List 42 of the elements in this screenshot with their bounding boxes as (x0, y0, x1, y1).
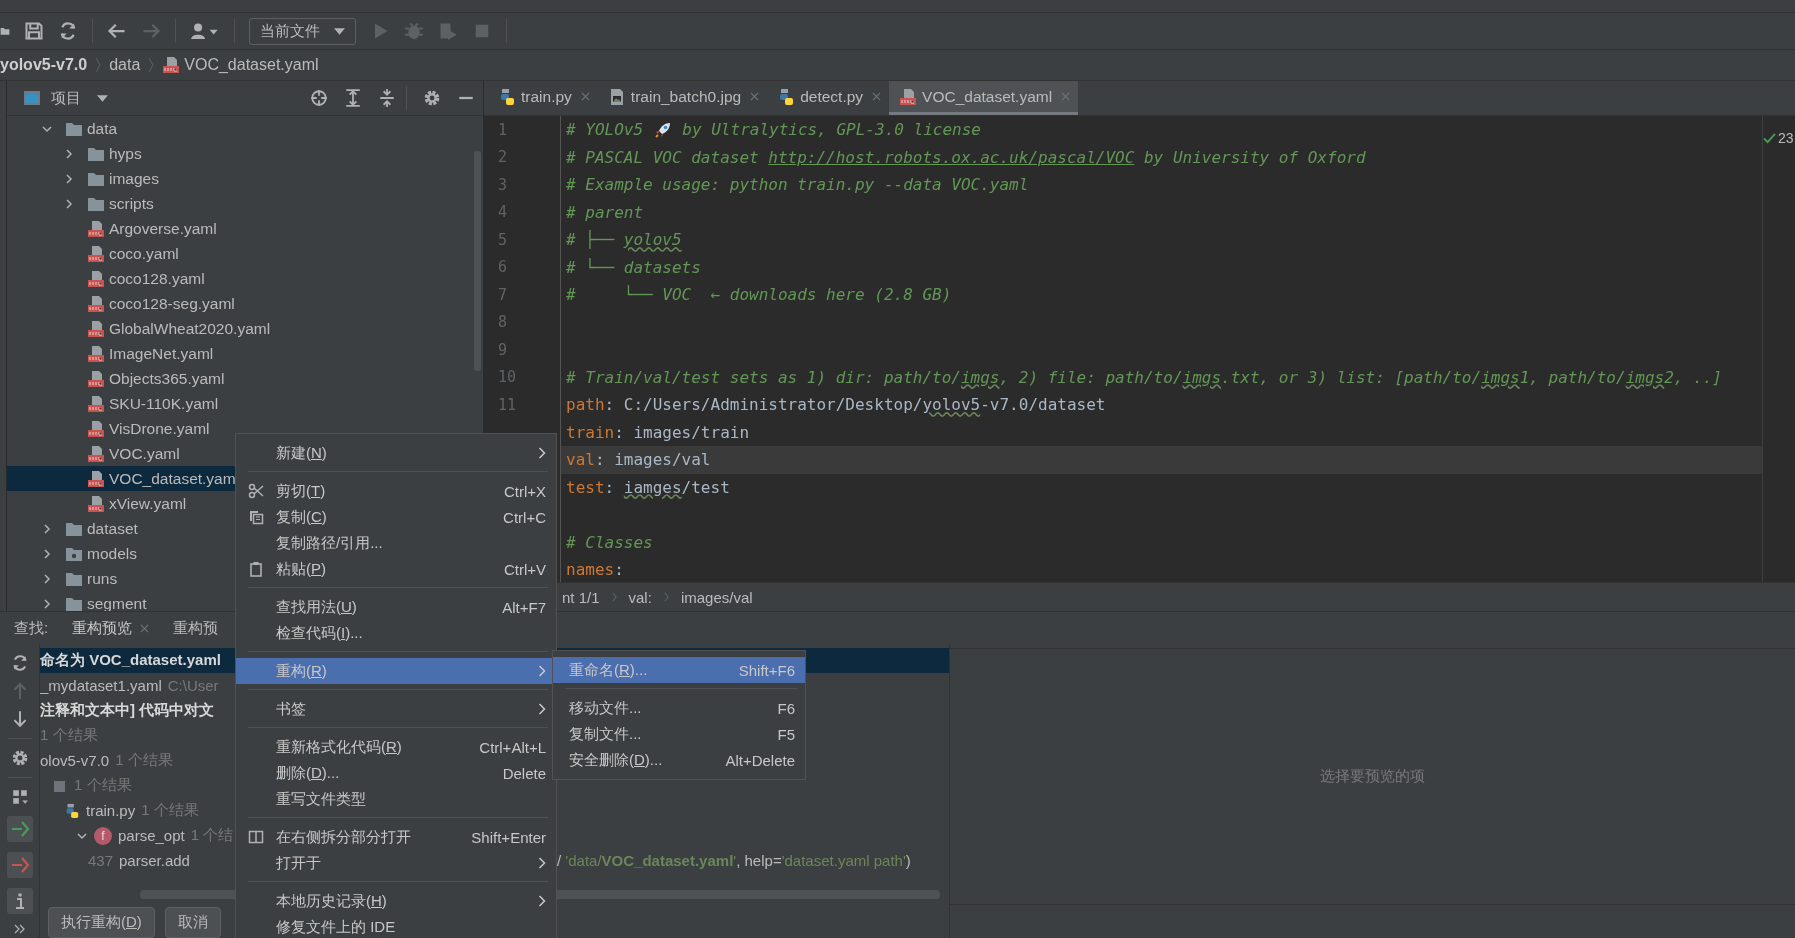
line-number: 8 (498, 313, 508, 332)
result-text: 命名为 VOC_dataset.yaml (40, 651, 221, 670)
result-text: olov5-v7.0 (40, 752, 110, 769)
line-number: 11 (498, 395, 517, 414)
line-number: 4 (498, 203, 508, 222)
code-line: # Example usage: python train.py --data VOC.yaml (565, 174, 1030, 197)
code-line: test: iamges/test (565, 476, 731, 499)
result-text: 1 个结果 (141, 801, 199, 820)
result-text: 1 个结果 (40, 726, 98, 745)
line-number: 1 (498, 120, 508, 139)
preview-hint: 选择要预览的项 (1320, 767, 1425, 786)
result-text: train.py (86, 802, 136, 819)
code-line: # └── datasets (565, 256, 702, 279)
code-line: # YOLOv5 by Ultralytics, GPL-3.0 license (565, 119, 982, 142)
result-text: parse_opt (118, 827, 185, 844)
code-line: # ├── yolov5 (565, 229, 683, 252)
result-text: 1 个结果 (74, 776, 132, 795)
code-line: # Train/val/test sets as 1) dir: path/to/imgs, 2) file: path/to/imgs.txt, or 3) list: [path/to/imgs1, path/to/imgs2, ..] (565, 366, 1723, 389)
line-number: 6 (498, 258, 508, 277)
line-number: 3 (498, 175, 508, 194)
result-text: 1 个结果 (115, 751, 173, 770)
result-text: 注释和文本中] 代码中对文 (40, 701, 215, 720)
line-number: 10 (498, 368, 517, 387)
result-text: 437 (88, 852, 114, 869)
result-text: _mydataset1.yaml (40, 677, 162, 694)
code-line: # PASCAL VOC dataset http://host.robots.ox.ac.uk/pascal/VOC by University of Oxford (565, 146, 1367, 169)
code-line: # parent (565, 201, 645, 224)
code-line: # └── VOC ← downloads here (2.8 GB) (565, 284, 953, 307)
function-badge: f (94, 826, 112, 845)
line-number: 2 (498, 148, 508, 167)
panel-label: 查找: (14, 618, 49, 638)
result-text: C:\User (167, 677, 219, 694)
line-number: 9 (498, 340, 508, 359)
code-line: train: images/train (565, 421, 751, 444)
code-line: path: C:/Users/Administrator/Desktop/yolov5-v7.0/dataset (565, 394, 1107, 417)
code-line: names: (565, 559, 625, 582)
line-number: 5 (498, 230, 508, 249)
result-text: parser.add (119, 852, 190, 869)
code-line: # Classes (565, 531, 654, 554)
line-number: 7 (498, 285, 508, 304)
result-text: 1 个结 (190, 826, 234, 845)
code-snippet: / 'data/VOC_dataset.yaml', help='dataset.yaml path') (557, 852, 911, 869)
